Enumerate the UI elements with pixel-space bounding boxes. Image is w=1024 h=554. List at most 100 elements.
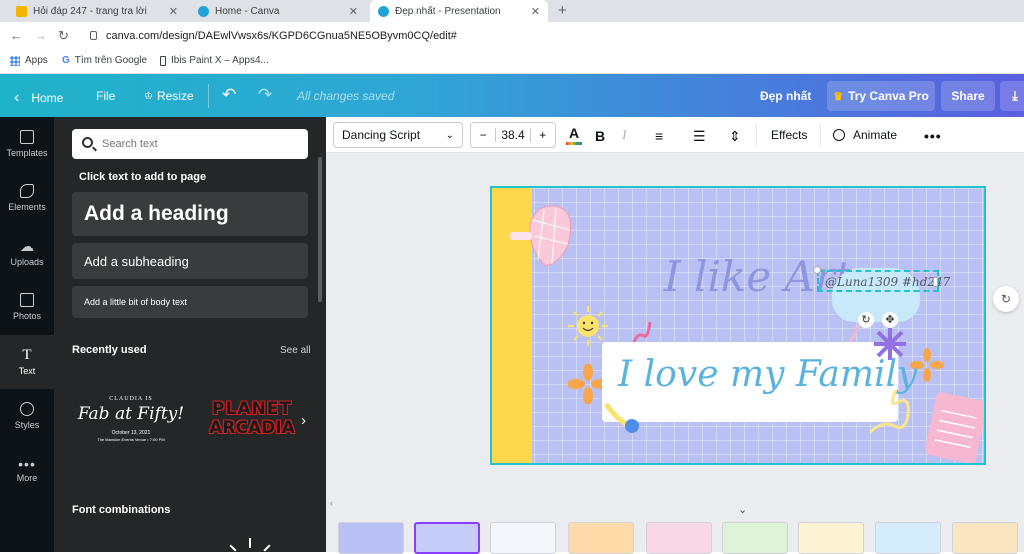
font-family-dropdown[interactable]: Dancing Script ⌄ (333, 122, 463, 148)
page-thumbnail[interactable] (798, 522, 864, 554)
browser-tab[interactable]: Hỏi đáp 247 - trang tra lời ✕ (8, 0, 186, 22)
burst-ray (249, 538, 251, 548)
page-thumbnail[interactable] (568, 522, 634, 554)
file-menu-button[interactable]: File (96, 89, 115, 103)
text-icon: T (22, 347, 32, 363)
canva-favicon-icon (378, 5, 389, 17)
add-body-text-button[interactable]: Add a little bit of body text (72, 286, 308, 318)
tab-title: Hỏi đáp 247 - trang tra lời (33, 5, 147, 17)
rail-item-templates[interactable]: Templates (0, 117, 54, 171)
home-button[interactable]: ‹ Home (14, 89, 63, 107)
page-thumbnail[interactable] (722, 522, 788, 554)
close-tab-icon[interactable]: ✕ (169, 5, 178, 18)
elements-icon (20, 184, 34, 198)
close-tab-icon[interactable]: ✕ (531, 5, 540, 18)
increase-size-button[interactable]: + (529, 128, 555, 142)
crown-icon: ♛ (833, 90, 844, 103)
refresh-icon[interactable]: ↻ (993, 286, 1019, 312)
photos-icon (20, 293, 34, 307)
new-tab-icon[interactable]: + (558, 2, 567, 19)
animate-label: Animate (853, 128, 898, 142)
font-combinations-heading: Font combinations (72, 504, 171, 516)
chevron-right-icon[interactable]: › (301, 412, 306, 429)
page-thumbnail[interactable] (338, 522, 404, 554)
animate-button[interactable]: Animate (833, 128, 897, 142)
font-size-stepper: − 38.4 + (470, 122, 556, 148)
recent-venue-line: The Mansion Events Venue • 7:00 PM (97, 437, 165, 442)
download-button[interactable]: ⤓ (1000, 81, 1024, 111)
rail-item-elements[interactable]: Elements (0, 171, 54, 225)
search-input[interactable] (102, 129, 302, 159)
chevron-down-icon[interactable]: ⌄ (738, 503, 747, 516)
italic-button[interactable]: I (622, 128, 627, 144)
text-color-button[interactable]: A (566, 125, 582, 145)
bold-button[interactable]: B (595, 128, 605, 144)
effects-button[interactable]: Effects (771, 128, 807, 142)
bookmark-apps[interactable]: Apps (10, 55, 48, 66)
chevron-left-icon[interactable]: ‹ (330, 498, 333, 508)
styles-icon (20, 402, 34, 416)
recent-text-planet-arcadia[interactable]: PLANET ARCADIA (204, 400, 300, 448)
toolbar-divider (756, 124, 757, 146)
browser-tab-active[interactable]: Đẹp nhất - Presentation ✕ (370, 0, 548, 22)
apps-grid-icon (10, 55, 20, 66)
undo-icon[interactable]: ↶ (222, 85, 236, 105)
recently-used-heading: Recently used (72, 344, 147, 356)
tab-title: Home - Canva (215, 5, 280, 17)
url-field[interactable]: canva.com/design/DAEwlVwsx6s/KGPD6CGnua5… (106, 30, 457, 42)
rail-item-text[interactable]: T Text (0, 335, 54, 389)
pink-fan-decoration (510, 205, 572, 267)
burst-ray (229, 544, 237, 552)
spacing-icon[interactable]: ⇕ (729, 128, 741, 145)
font-size-value[interactable]: 38.4 (496, 128, 529, 142)
add-heading-button[interactable]: Add a heading (72, 192, 308, 236)
recent-text-fab-at-fifty[interactable]: CLAUDIA IS Fab at Fifty! October 13, 202… (72, 388, 190, 456)
resize-label: Resize (156, 89, 194, 103)
slide-canvas[interactable]: I like Art @Luna1309 #hd247 ↻ ✥ I love m… (490, 186, 986, 465)
more-options-icon[interactable]: ••• (924, 128, 942, 144)
redo-icon[interactable]: ↷ (258, 85, 272, 105)
see-all-link[interactable]: See all (280, 345, 311, 356)
resize-button[interactable]: ♔ Resize (144, 89, 194, 103)
browser-tab[interactable]: Home - Canva ✕ (190, 0, 366, 22)
bookmark-google[interactable]: G Tìm trên Google (62, 55, 147, 66)
search-icon-handle (92, 146, 97, 152)
rail-item-styles[interactable]: Styles (0, 389, 54, 443)
paperclip-decoration (603, 402, 639, 433)
purple-star-decoration (874, 328, 906, 360)
page-thumbnail[interactable] (490, 522, 556, 554)
rail-item-more[interactable]: ••• More (0, 444, 54, 498)
forward-arrow-icon[interactable]: → (34, 28, 47, 43)
font-name: Dancing Script (342, 128, 421, 142)
page-thumbnail[interactable] (952, 522, 1018, 554)
slide-family-text[interactable]: I love my Family (618, 354, 917, 395)
page-thumbnail[interactable] (646, 522, 712, 554)
share-button[interactable]: Share (941, 81, 995, 111)
list-icon[interactable]: ☰ (693, 128, 706, 145)
yellow-spiral-decoration (869, 389, 910, 434)
add-subheading-button[interactable]: Add a subheading (72, 243, 308, 279)
close-tab-icon[interactable]: ✕ (349, 5, 358, 18)
rail-item-uploads[interactable]: ☁ Uploads (0, 226, 54, 280)
selected-handle-text[interactable]: @Luna1309 #hd247 (817, 270, 950, 292)
resize-handle[interactable] (813, 266, 821, 274)
align-center-icon[interactable]: ≡ (655, 128, 663, 144)
rail-item-photos[interactable]: Photos (0, 280, 54, 334)
recent-small-line: CLAUDIA IS (109, 396, 153, 402)
page-thumbnail[interactable] (875, 522, 941, 554)
page-thumbnail-active[interactable] (414, 522, 480, 554)
more-icon: ••• (18, 456, 36, 472)
bookmark-label: Ibis Paint X – Apps4... (171, 55, 269, 66)
reload-icon[interactable]: ↻ (58, 28, 69, 44)
recent-line: ARCADIA (209, 418, 295, 438)
document-title[interactable]: Đẹp nhất (760, 89, 811, 103)
bookmark-ibis[interactable]: Ibis Paint X – Apps4... (160, 55, 269, 66)
decrease-size-button[interactable]: − (471, 128, 497, 142)
hoidap-favicon-icon (16, 5, 27, 17)
resize-handle[interactable] (933, 277, 938, 287)
search-box[interactable] (72, 129, 308, 159)
try-canva-pro-button[interactable]: ♛ Try Canva Pro (827, 81, 935, 111)
back-arrow-icon[interactable]: ← (10, 28, 23, 43)
font-combination-preview[interactable] (228, 538, 274, 552)
panel-scrollbar[interactable] (318, 157, 322, 302)
